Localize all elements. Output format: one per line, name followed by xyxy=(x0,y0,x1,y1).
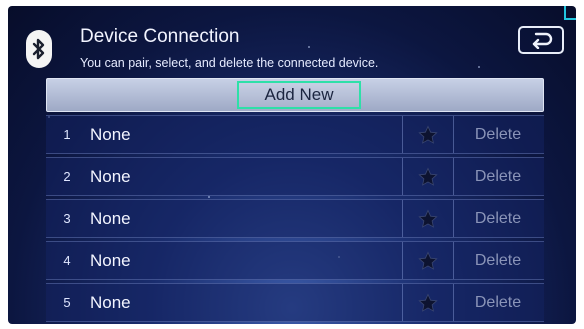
device-name: None xyxy=(90,167,131,186)
device-index: 2 xyxy=(63,169,71,184)
device-index: 1 xyxy=(63,127,71,142)
delete-button[interactable]: Delete xyxy=(452,116,544,153)
corner-accent xyxy=(564,6,576,20)
device-row-4[interactable]: 4 None Delete xyxy=(46,241,544,280)
background-star xyxy=(308,46,310,48)
page-title: Device Connection xyxy=(80,26,240,47)
device-index: 3 xyxy=(63,211,71,226)
device-row-2[interactable]: 2 None Delete xyxy=(46,157,544,196)
device-row-3[interactable]: 3 None Delete xyxy=(46,199,544,238)
back-arrow-icon xyxy=(532,32,553,49)
background-star xyxy=(478,66,480,68)
delete-button[interactable]: Delete xyxy=(452,158,544,195)
star-icon xyxy=(418,251,438,270)
delete-button[interactable]: Delete xyxy=(452,200,544,237)
favorite-button[interactable] xyxy=(402,200,454,237)
device-connection-screen: Device Connection You can pair, select, … xyxy=(8,6,576,324)
back-button[interactable] xyxy=(518,26,564,54)
page-subtitle: You can pair, select, and delete the con… xyxy=(80,56,379,70)
favorite-button[interactable] xyxy=(402,284,454,321)
device-name: None xyxy=(90,209,131,228)
add-new-button[interactable]: Add New xyxy=(237,81,361,109)
device-name: None xyxy=(90,293,131,312)
add-new-bar[interactable]: Add New xyxy=(46,78,544,112)
favorite-button[interactable] xyxy=(402,116,454,153)
favorite-button[interactable] xyxy=(402,158,454,195)
star-icon xyxy=(418,125,438,144)
device-list: 1 None Delete 2 None Delete 3 None Delet… xyxy=(46,115,544,324)
star-icon xyxy=(418,293,438,312)
star-icon xyxy=(418,167,438,186)
delete-button[interactable]: Delete xyxy=(452,284,544,321)
star-icon xyxy=(418,209,438,228)
device-index: 4 xyxy=(63,253,71,268)
device-name: None xyxy=(90,251,131,270)
device-row-5[interactable]: 5 None Delete xyxy=(46,283,544,322)
delete-button[interactable]: Delete xyxy=(452,242,544,279)
device-index: 5 xyxy=(63,295,71,310)
device-name: None xyxy=(90,125,131,144)
bluetooth-icon xyxy=(26,30,52,68)
device-row-1[interactable]: 1 None Delete xyxy=(46,115,544,154)
favorite-button[interactable] xyxy=(402,242,454,279)
